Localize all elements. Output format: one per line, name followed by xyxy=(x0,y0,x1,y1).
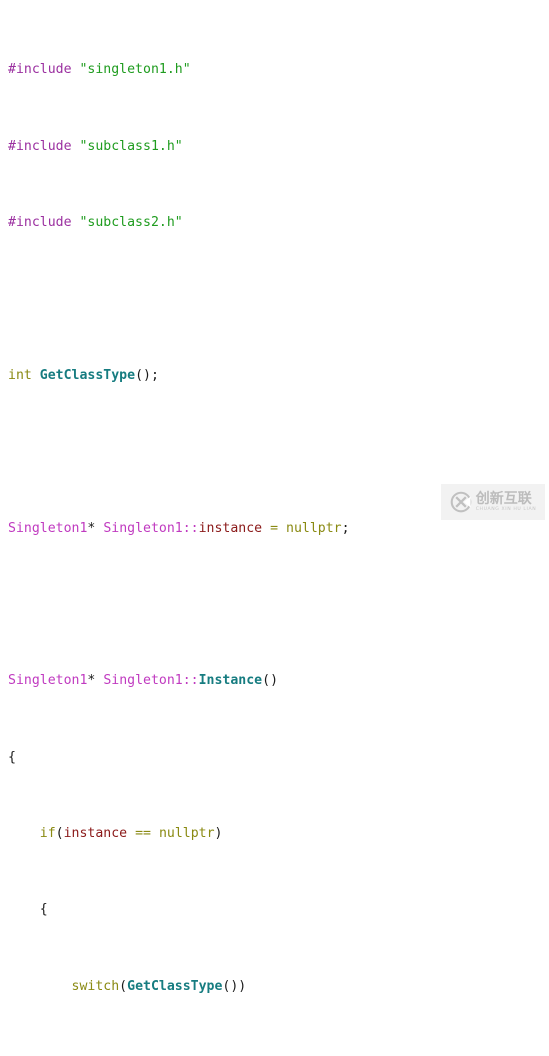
open-paren: ( xyxy=(119,978,128,994)
type-name-singleton1: Singleton1 xyxy=(103,673,183,689)
open-brace: { xyxy=(39,902,48,918)
semicolon: ; xyxy=(150,367,159,383)
parentheses: () xyxy=(222,978,239,994)
open-paren: ( xyxy=(55,826,64,842)
type-name-singleton1: Singleton1 xyxy=(8,520,88,536)
watermark-pinyin: CHUANG XIN HU LIAN xyxy=(475,506,537,512)
header-include-path: "subclass2.h" xyxy=(79,215,183,231)
keyword-switch: switch xyxy=(71,978,120,994)
close-paren: ) xyxy=(238,978,247,994)
circle-x-logo-icon xyxy=(450,491,472,513)
header-include-path: "subclass1.h" xyxy=(79,138,183,154)
preprocessor-directive: #include xyxy=(8,62,72,78)
code-line: { xyxy=(8,900,350,919)
code-line: Singleton1* Singleton1::Instance() xyxy=(8,671,350,690)
preprocessor-directive: #include xyxy=(8,138,72,154)
open-brace: { xyxy=(8,749,16,765)
code-line: { xyxy=(8,1053,350,1056)
type-name-singleton1: Singleton1 xyxy=(103,520,183,536)
keyword-nullptr: nullptr xyxy=(286,520,342,536)
type-name-singleton1: Singleton1 xyxy=(8,673,88,689)
scope-resolution-operator: :: xyxy=(182,520,199,536)
code-line: #include "singleton1.h" xyxy=(8,60,350,79)
assignment-operator: = xyxy=(270,520,279,536)
parentheses: () xyxy=(135,367,151,383)
header-include-path: "singleton1.h" xyxy=(79,62,191,78)
watermark-text: 创新互联 CHUANG XIN HU LIAN xyxy=(476,492,537,513)
keyword-if: if xyxy=(39,826,56,842)
preprocessor-directive: #include xyxy=(8,215,72,231)
variable-instance: instance xyxy=(198,520,263,536)
code-line: switch(GetClassType()) xyxy=(8,977,350,996)
pointer-star: * xyxy=(87,673,96,689)
semicolon: ; xyxy=(341,520,350,536)
code-line: #include "subclass2.h" xyxy=(8,213,350,232)
watermark-chinese: 创新互联 xyxy=(475,490,532,507)
equality-operator: == xyxy=(135,826,151,842)
code-line: { xyxy=(8,748,350,767)
keyword-int: int xyxy=(8,367,32,383)
parentheses: () xyxy=(262,673,279,689)
variable-instance: instance xyxy=(63,826,128,842)
function-name-instance: Instance xyxy=(198,673,263,689)
open-brace: { xyxy=(72,1055,80,1056)
scope-resolution-operator: :: xyxy=(182,673,199,689)
close-paren: ) xyxy=(214,826,223,842)
code-line: if(instance == nullptr) xyxy=(8,824,350,843)
code-line: #include "subclass1.h" xyxy=(8,137,350,156)
watermark: 创新互联 CHUANG XIN HU LIAN xyxy=(441,484,545,520)
keyword-nullptr: nullptr xyxy=(158,826,215,842)
function-name-getclasstype: GetClassType xyxy=(39,367,136,383)
code-listing: #include "singleton1.h" #include "subcla… xyxy=(8,3,350,1056)
code-line: Singleton1* Singleton1::instance = nullp… xyxy=(8,519,350,538)
function-name-getclasstype: GetClassType xyxy=(127,978,223,994)
code-line: int GetClassType(); xyxy=(8,366,350,385)
